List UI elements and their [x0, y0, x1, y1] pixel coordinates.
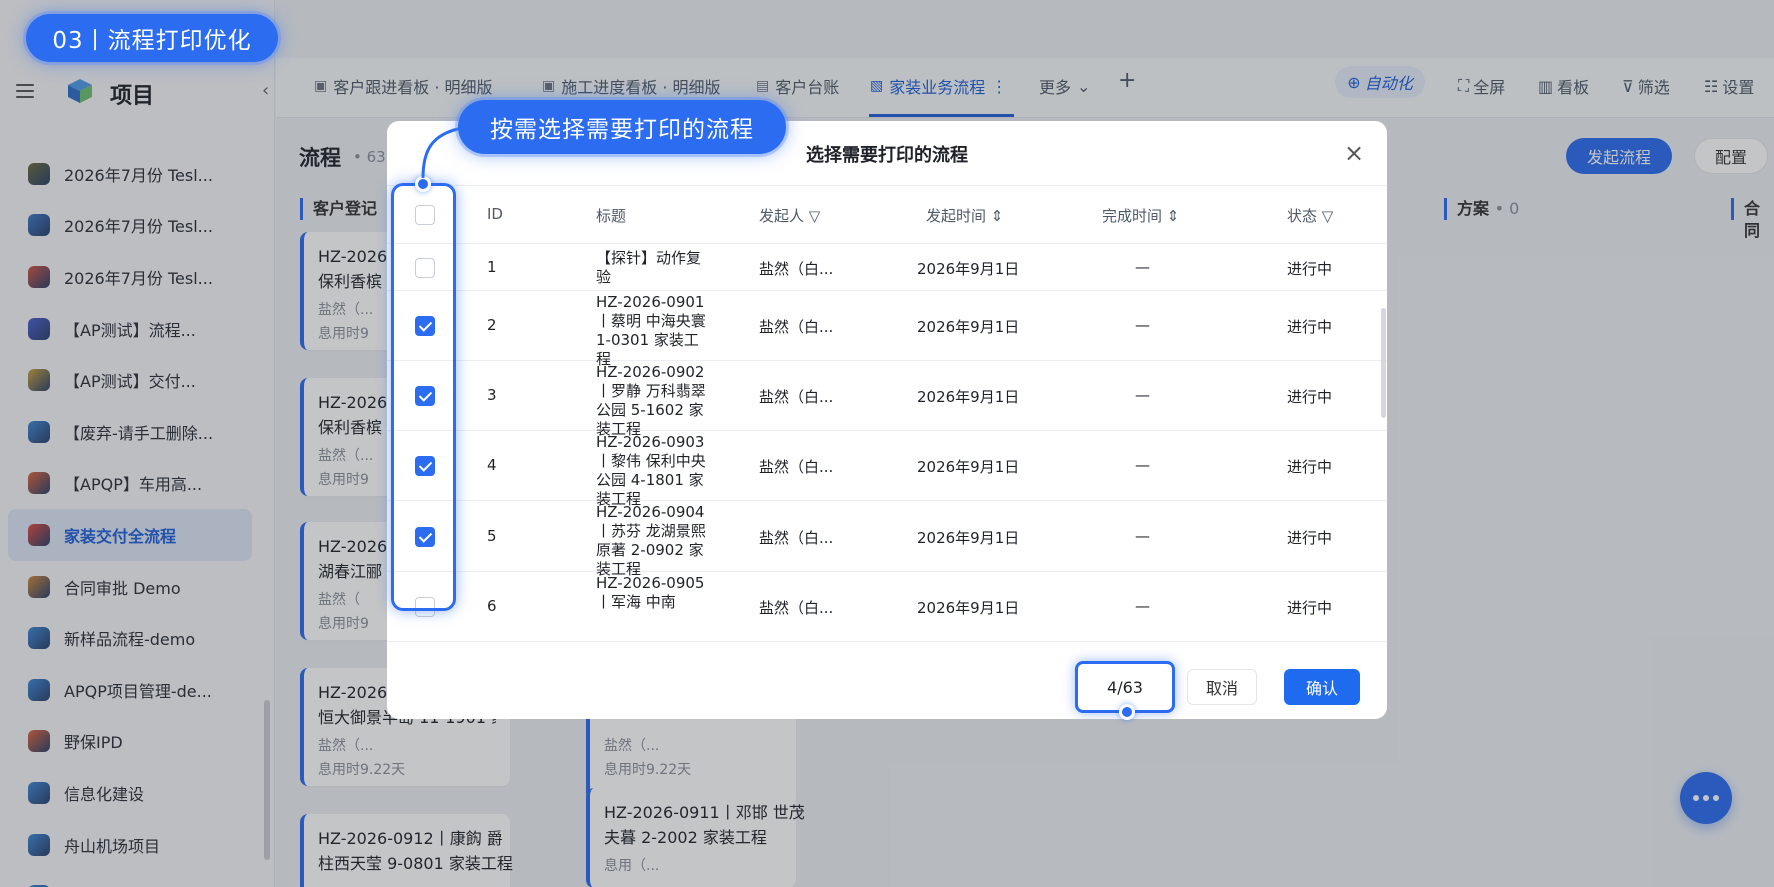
cell-status: 进行中	[1287, 599, 1333, 617]
cell-start-time: 2026年9月1日	[917, 529, 1020, 547]
cell-initiator: 盐然（白...	[759, 388, 834, 406]
cell-id: 1	[487, 258, 497, 276]
table-header: ID 标题 发起人 ▽ 发起时间 ⇕ 完成时间 ⇕ 状态 ▽	[387, 186, 1387, 244]
cell-finish-time: —	[1135, 258, 1150, 276]
col-initiator-label: 发起人	[759, 207, 805, 225]
cell-status: 进行中	[1287, 458, 1333, 476]
col-start-time[interactable]: 发起时间 ⇕	[926, 205, 1003, 226]
table-row[interactable]: 5 HZ-2026-0904丨苏芬 龙湖景熙原著 2-0902 家装工程 盐然（白.…	[387, 501, 1387, 578]
cell-id: 3	[487, 386, 497, 404]
process-table: ID 标题 发起人 ▽ 发起时间 ⇕ 完成时间 ⇕ 状态 ▽ 1 【探针】动作复验…	[387, 185, 1387, 649]
col-title: 标题	[596, 207, 627, 225]
cell-start-time: 2026年9月1日	[917, 318, 1020, 336]
count-anchor-dot	[1119, 704, 1135, 720]
cell-title: HZ-2026-0905丨军海 中南	[596, 574, 705, 611]
cell-id: 2	[487, 316, 497, 334]
cell-finish-time: —	[1135, 597, 1150, 615]
col-id: ID	[487, 205, 503, 223]
sort-icon: ⇕	[1166, 207, 1180, 225]
cell-initiator: 盐然（白...	[759, 318, 834, 336]
cell-finish-time: —	[1135, 316, 1150, 334]
cell-start-time: 2026年9月1日	[917, 458, 1020, 476]
cancel-button[interactable]: 取消	[1187, 669, 1257, 705]
table-row[interactable]: 2 HZ-2026-0901丨蔡明 中海央寰 1-0301 家装工程 盐然（白...…	[387, 291, 1387, 368]
app-window: 项目 ‹ 2026年7月份 Tesl... 2026年7月份 Tesl... 202…	[0, 0, 1774, 887]
filter-icon: ▽	[1321, 207, 1334, 225]
cell-initiator: 盐然（白...	[759, 529, 834, 547]
cell-title: HZ-2026-0904丨苏芬 龙湖景熙原著 2-0902 家装工程	[596, 503, 706, 578]
filter-icon: ▽	[808, 207, 821, 225]
callout-label: 按需选择需要打印的流程	[458, 100, 786, 154]
close-icon[interactable]: ×	[1344, 139, 1364, 167]
table-row[interactable]: 4 HZ-2026-0903丨黎伟 保利中央公园 4-1801 家装工程 盐然（白.…	[387, 431, 1387, 508]
section-badge: 03丨流程打印优化	[26, 14, 278, 62]
checkbox-highlight-frame	[391, 183, 456, 611]
cell-id: 6	[487, 597, 497, 615]
cell-status: 进行中	[1287, 388, 1333, 406]
cell-id: 4	[487, 456, 497, 474]
cell-initiator: 盐然（白...	[759, 458, 834, 476]
table-row[interactable]: 6 HZ-2026-0905丨军海 中南盐然（白... 2026年9月1日 — 进行中	[387, 572, 1387, 642]
col-start-label: 发起时间	[926, 207, 987, 225]
col-finish-label: 完成时间	[1102, 207, 1163, 225]
cell-finish-time: —	[1135, 386, 1150, 404]
cell-finish-time: —	[1135, 527, 1150, 545]
cell-initiator: 盐然（白...	[759, 260, 834, 278]
cell-start-time: 2026年9月1日	[917, 388, 1020, 406]
table-row[interactable]: 1 【探针】动作复验 盐然（白... 2026年9月1日 — 进行中	[387, 244, 1387, 291]
col-finish-time[interactable]: 完成时间 ⇕	[1102, 205, 1179, 226]
cell-status: 进行中	[1287, 529, 1333, 547]
cell-start-time: 2026年9月1日	[917, 260, 1020, 278]
cell-title: HZ-2026-0901丨蔡明 中海央寰 1-0301 家装工程	[596, 293, 706, 368]
cell-title: 【探针】动作复验	[596, 249, 702, 286]
cell-title: HZ-2026-0902丨罗静 万科翡翠公园 5-1602 家装工程	[596, 363, 706, 438]
cell-initiator: 盐然（白...	[759, 599, 834, 617]
table-row[interactable]: 3 HZ-2026-0902丨罗静 万科翡翠公园 5-1602 家装工程 盐然（白.…	[387, 361, 1387, 438]
confirm-button[interactable]: 确认	[1284, 669, 1360, 705]
vertical-scrollbar[interactable]	[1381, 308, 1386, 418]
col-initiator[interactable]: 发起人 ▽	[759, 205, 820, 226]
cell-status: 进行中	[1287, 318, 1333, 336]
cell-id: 5	[487, 527, 497, 545]
print-select-dialog: 选择需要打印的流程 × ID 标题 发起人 ▽ 发起时间 ⇕ 完成时间 ⇕ 状态…	[387, 121, 1387, 719]
cell-status: 进行中	[1287, 260, 1333, 278]
col-status[interactable]: 状态 ▽	[1287, 205, 1333, 226]
col-status-label: 状态	[1287, 207, 1318, 225]
sort-icon: ⇕	[990, 207, 1004, 225]
cell-title: HZ-2026-0903丨黎伟 保利中央公园 4-1801 家装工程	[596, 433, 706, 508]
cell-start-time: 2026年9月1日	[917, 599, 1020, 617]
cell-finish-time: —	[1135, 456, 1150, 474]
